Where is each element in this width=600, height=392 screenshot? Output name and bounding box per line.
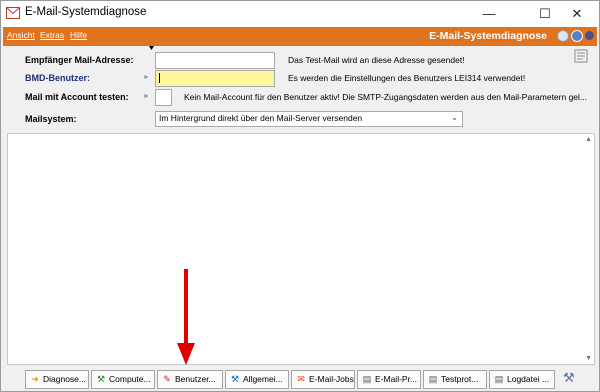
menu-ansicht[interactable]: Ansicht xyxy=(7,30,35,40)
bmd-user-field[interactable] xyxy=(155,70,275,87)
mail-protocol-button[interactable]: ▤ E-Mail-Pr... xyxy=(357,370,421,389)
close-button[interactable]: ✕ xyxy=(555,1,599,27)
scroll-up-icon[interactable]: ▲ xyxy=(585,136,592,143)
document-icon: ▤ xyxy=(494,374,504,384)
recipient-label: Empfänger Mail-Adresse: xyxy=(25,55,134,65)
account-test-hint: Kein Mail-Account für den Benutzer aktiv… xyxy=(184,92,588,102)
notes-icon[interactable] xyxy=(574,49,588,63)
arrow-right-icon: ➜ xyxy=(31,374,39,384)
bottom-toolbar: ➜ Diagnose... ⚒ Compute... ✎ Benutzer... ⚒ A… xyxy=(3,367,597,390)
minimize-icon: — xyxy=(482,6,496,21)
minimize-button[interactable]: — xyxy=(467,1,511,27)
mailsystem-label: Mailsystem: xyxy=(25,114,77,124)
wrench-icon: ⚒ xyxy=(96,374,106,384)
tools-icon[interactable]: ⚒ xyxy=(563,370,575,386)
logfile-button[interactable]: ▤ Logdatei ... xyxy=(489,370,555,389)
menu-extras[interactable]: Extras xyxy=(40,30,64,40)
app-window: E-Mail-Systemdiagnose — ☐ ✕ Ansicht Extr… xyxy=(0,0,600,392)
log-icon: ▤ xyxy=(428,374,438,384)
account-test-label: Mail mit Account testen: xyxy=(25,92,129,102)
diagnose-form: Empfänger Mail-Adresse: Das Test-Mail wi… xyxy=(3,46,597,130)
user-settings-button[interactable]: ✎ Benutzer... xyxy=(157,370,223,389)
arrow-right-icon: ► xyxy=(143,74,150,81)
chevron-down-icon: ⌄ xyxy=(451,113,458,122)
recipient-hint: Das Test-Mail wird an diese Adresse gese… xyxy=(288,55,465,65)
mailsystem-select[interactable]: Im Hintergrund direkt über den Mail-Serv… xyxy=(155,111,463,127)
diagnose-output[interactable]: ▲ ▼ xyxy=(7,133,595,365)
bmd-user-hint: Es werden die Einstellungen des Benutzer… xyxy=(288,73,526,83)
menu-bar: Ansicht Extras Hilfe E-Mail-Systemdiagno… xyxy=(3,27,597,46)
arrow-right-icon: ► xyxy=(143,93,150,100)
window-title: E-Mail-Systemdiagnose xyxy=(25,6,147,18)
pencil-icon: ✎ xyxy=(163,374,171,384)
bmd-user-label: BMD-Benutzer: xyxy=(25,73,90,83)
marker-icon xyxy=(149,46,154,50)
computer-settings-button[interactable]: ⚒ Compute... xyxy=(91,370,155,389)
close-icon: ✕ xyxy=(571,6,583,21)
info-icon[interactable] xyxy=(571,30,583,42)
annotation-arrow xyxy=(177,269,195,365)
mail-jobs-button[interactable]: ✉ E-Mail-Jobs xyxy=(291,370,355,389)
wrench-icon: ⚒ xyxy=(230,374,240,384)
document-icon: ▤ xyxy=(362,374,372,384)
recipient-email-field[interactable] xyxy=(155,52,275,69)
back-icon[interactable] xyxy=(585,31,594,40)
mailsystem-selected: Im Hintergrund direkt über den Mail-Serv… xyxy=(159,113,363,123)
account-test-checkbox[interactable] xyxy=(155,89,172,106)
diagnose-button[interactable]: ➜ Diagnose... xyxy=(25,370,89,389)
mail-app-icon xyxy=(6,7,20,19)
title-bar: E-Mail-Systemdiagnose — ☐ ✕ xyxy=(1,1,599,27)
menu-hilfe[interactable]: Hilfe xyxy=(70,30,87,40)
text-cursor xyxy=(159,73,160,83)
header-title: E-Mail-Systemdiagnose xyxy=(429,30,547,42)
search-help-icon[interactable] xyxy=(557,30,569,42)
maximize-icon: ☐ xyxy=(539,6,551,21)
scroll-down-icon[interactable]: ▼ xyxy=(585,355,592,362)
mail-jobs-icon: ✉ xyxy=(297,374,305,384)
general-settings-button[interactable]: ⚒ Allgemei... xyxy=(225,370,289,389)
test-protocol-button[interactable]: ▤ Testprot... xyxy=(423,370,487,389)
